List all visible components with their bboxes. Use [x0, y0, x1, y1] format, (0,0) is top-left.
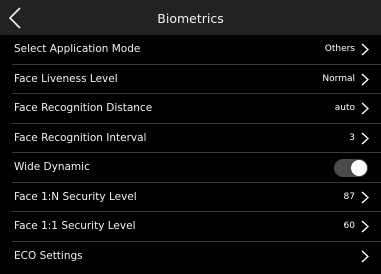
- setting-value: 60: [343, 221, 355, 231]
- wide-dynamic-toggle[interactable]: [334, 158, 368, 177]
- chevron-right-icon: [361, 191, 369, 204]
- setting-row-eco-settings[interactable]: ECO Settings: [0, 242, 381, 272]
- chevron-right-icon: [361, 250, 369, 263]
- setting-label: Select Application Mode: [14, 43, 141, 55]
- setting-label: Face Recognition Distance: [14, 102, 153, 114]
- setting-label: Face Liveness Level: [14, 72, 118, 85]
- toggle-knob: [351, 159, 367, 176]
- page-title: Biometrics: [157, 11, 224, 26]
- setting-row-liveness-level[interactable]: Face Liveness Level Normal: [0, 65, 381, 94]
- header-bar: Biometrics: [0, 0, 381, 35]
- setting-label: ECO Settings: [14, 249, 83, 262]
- setting-value: Normal: [322, 73, 355, 84]
- setting-value: auto: [334, 103, 355, 113]
- setting-row-11-security-level[interactable]: Face 1:1 Security Level 60: [0, 212, 381, 242]
- setting-label: Wide Dynamic: [14, 161, 90, 173]
- chevron-right-icon: [361, 102, 369, 115]
- chevron-right-icon: [361, 43, 369, 56]
- setting-label: Face 1:N Security Level: [14, 190, 137, 203]
- setting-label: Face 1:1 Security Level: [14, 220, 136, 232]
- setting-row-recognition-interval[interactable]: Face Recognition Interval 3: [0, 124, 381, 153]
- setting-row-wide-dynamic: Wide Dynamic: [0, 153, 381, 183]
- chevron-right-icon: [361, 73, 369, 86]
- chevron-right-icon: [361, 132, 369, 145]
- setting-value: Others: [324, 44, 355, 54]
- setting-row-application-mode[interactable]: Select Application Mode Others: [0, 35, 381, 65]
- setting-value: 3: [349, 132, 355, 143]
- setting-row-recognition-distance[interactable]: Face Recognition Distance auto: [0, 94, 381, 124]
- setting-value: 87: [343, 191, 355, 202]
- setting-label: Face Recognition Interval: [14, 131, 147, 144]
- setting-row-1n-security-level[interactable]: Face 1:N Security Level 87: [0, 183, 381, 212]
- biometrics-screen: Biometrics Select Application Mode Other…: [0, 0, 381, 274]
- chevron-right-icon: [361, 220, 369, 233]
